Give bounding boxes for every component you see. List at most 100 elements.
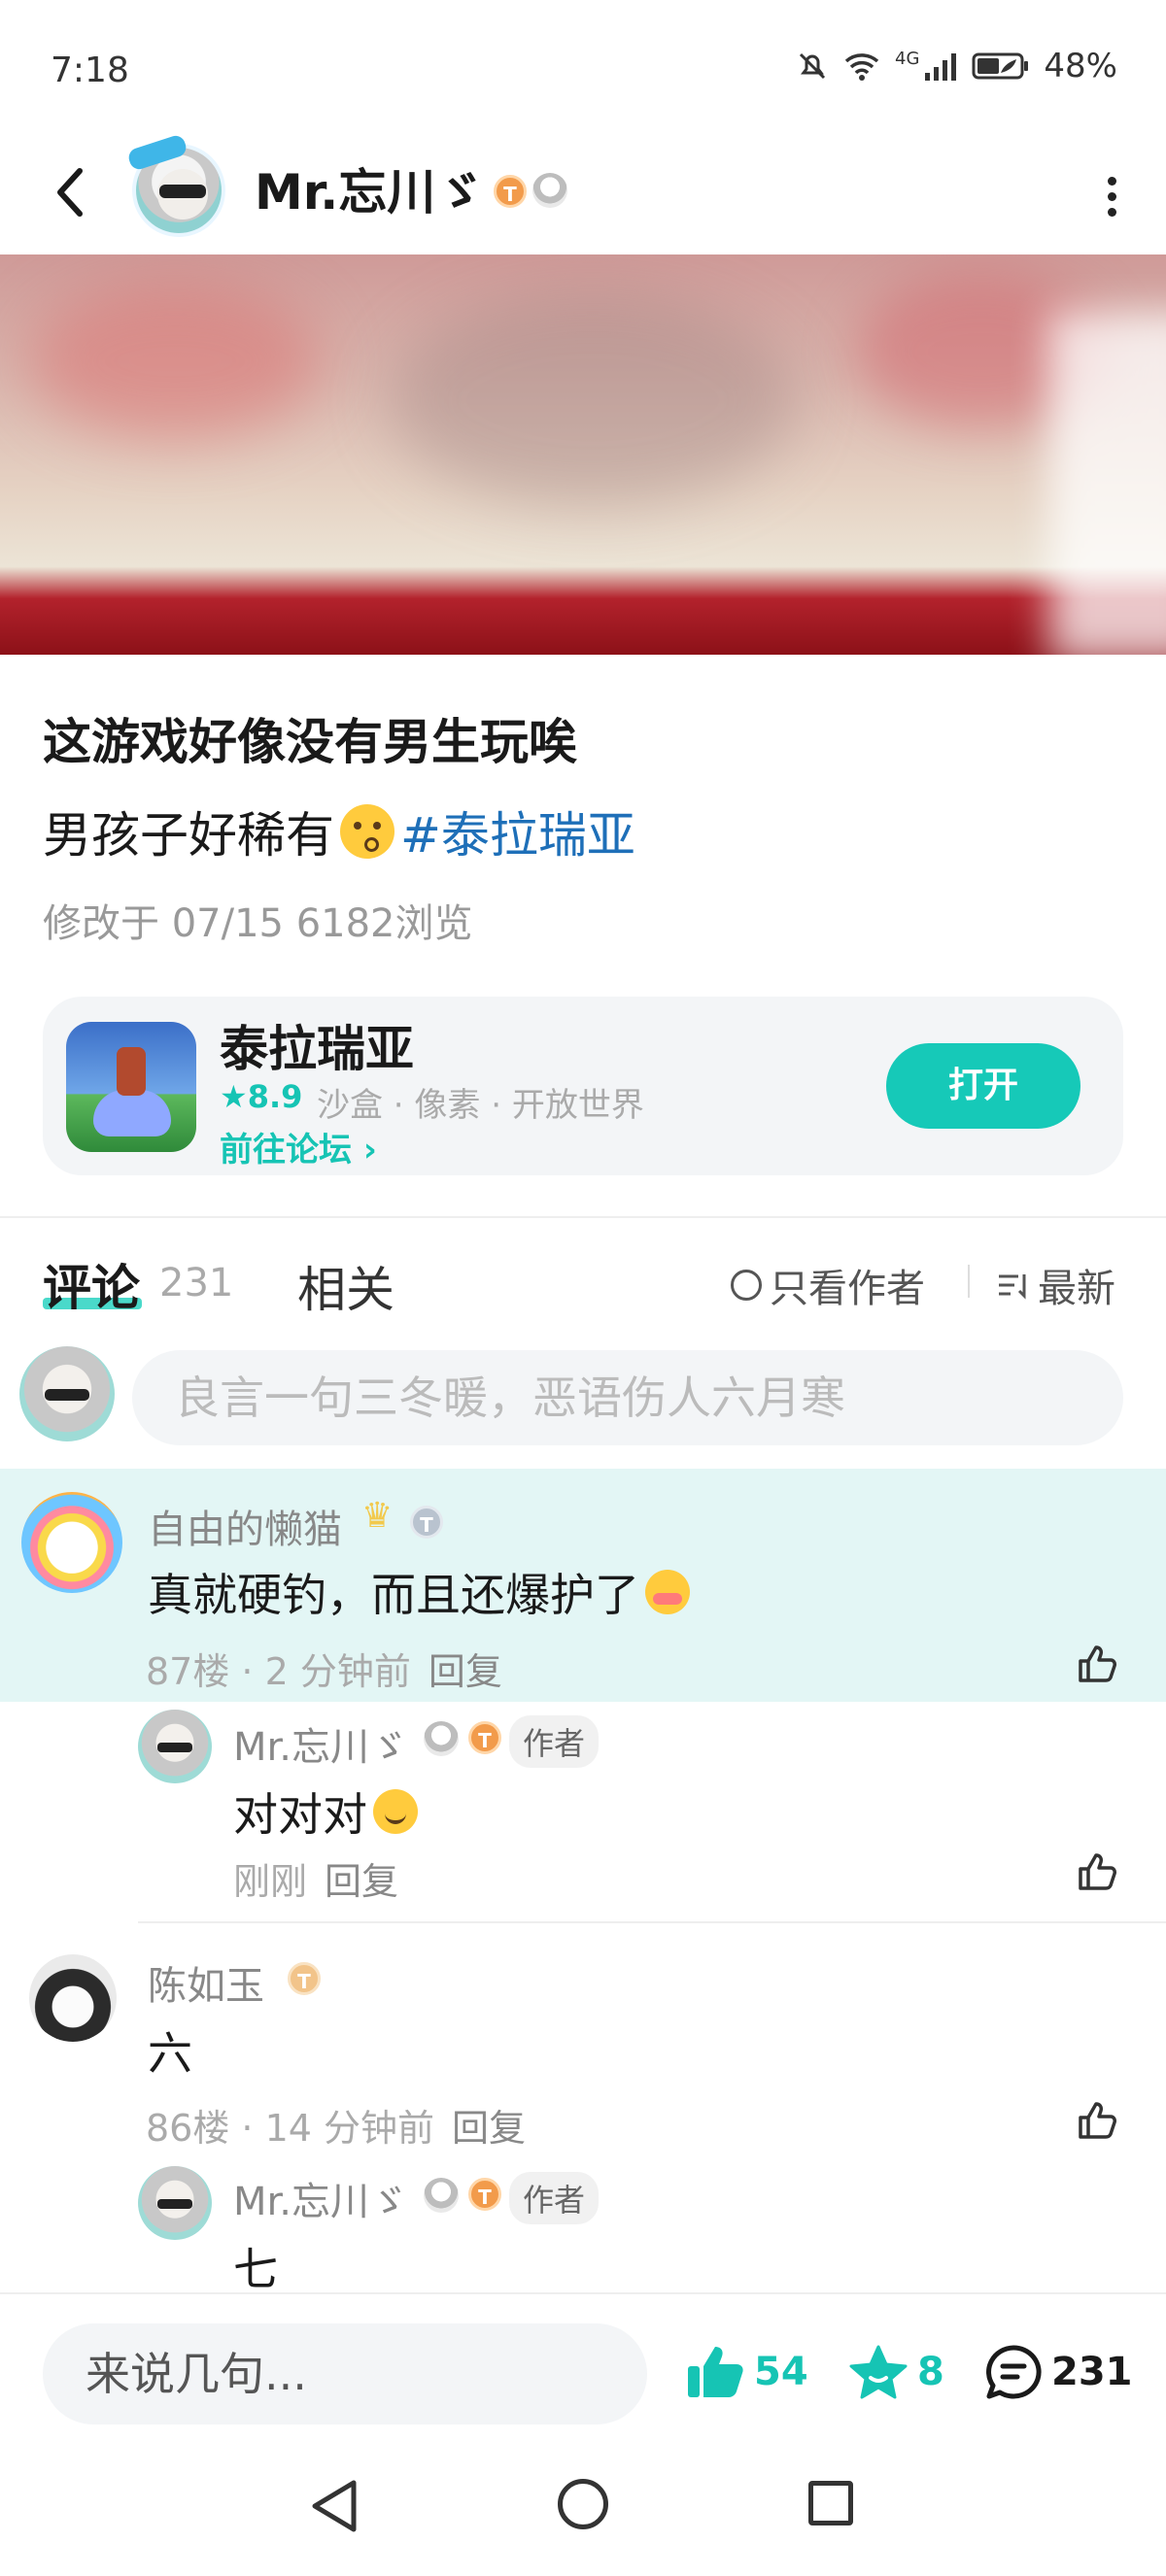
level-badge-icon: T bbox=[494, 175, 527, 208]
battery-icon bbox=[972, 52, 1029, 80]
more-options-icon[interactable] bbox=[1106, 177, 1117, 217]
reply-author-name[interactable]: Mr.忘川ゞ bbox=[233, 2170, 408, 2226]
author-avatar[interactable] bbox=[126, 133, 225, 237]
post-body-text: 男孩子好稀有 bbox=[43, 807, 334, 864]
favorite-count: 8 bbox=[917, 2350, 944, 2394]
thumbs-up-icon[interactable] bbox=[1075, 1642, 1119, 1686]
crown-badge-icon: ♛ bbox=[361, 1496, 394, 1536]
game-icon bbox=[66, 1022, 196, 1152]
post-title: 这游戏好像没有男生玩唉 bbox=[43, 714, 577, 770]
post-header: Mr.忘川ゞ T bbox=[0, 133, 1166, 253]
game-name: 泰拉瑞亚 bbox=[220, 1021, 414, 1077]
author-tag: 作者 bbox=[509, 2172, 600, 2224]
reply-author-name[interactable]: Mr.忘川ゞ bbox=[233, 1715, 408, 1772]
star-icon bbox=[849, 2345, 908, 2399]
reply-text-content: 对对对 bbox=[233, 1788, 367, 1841]
comment-floor-time: 86楼 · 14 分钟前 bbox=[146, 2107, 435, 2150]
reply-author-avatar[interactable] bbox=[138, 1710, 212, 1783]
forum-link-label: 前往论坛 bbox=[220, 1131, 352, 1169]
only-author-label: 只看作者 bbox=[770, 1267, 925, 1311]
level-badge-icon: T bbox=[288, 1962, 321, 1995]
like-count: 54 bbox=[754, 2350, 808, 2394]
comment-floor-time: 87楼 · 2 分钟前 bbox=[146, 1650, 411, 1693]
comments-total: 231 bbox=[1051, 2350, 1133, 2394]
sort-button[interactable]: 最新 bbox=[997, 1257, 1115, 1313]
nav-recents-icon[interactable] bbox=[808, 2481, 853, 2525]
comment-text-content: 真就硬钓，而且还爆护了 bbox=[148, 1569, 639, 1621]
reply-author-avatar[interactable] bbox=[138, 2166, 212, 2240]
hashtag-link[interactable]: #泰拉瑞亚 bbox=[400, 797, 635, 866]
post-image[interactable] bbox=[0, 254, 1166, 655]
post-meta: 修改于 07/15 6182浏览 bbox=[43, 901, 473, 946]
status-time: 7:18 bbox=[51, 51, 129, 90]
comment-text-content: 六 bbox=[148, 2027, 192, 2080]
level-badge-icon: T bbox=[410, 1506, 443, 1539]
comments-count: 231 bbox=[159, 1261, 234, 1305]
reply-text-content: 七 bbox=[233, 2243, 278, 2295]
character-badge-icon bbox=[532, 173, 567, 208]
tab-comments[interactable]: 评论 bbox=[43, 1249, 140, 1319]
character-badge-icon bbox=[424, 1721, 459, 1756]
reply-button[interactable]: 回复 bbox=[452, 2107, 526, 2150]
bottom-action-bar: 来说几句... 54 8 231 bbox=[0, 2292, 1166, 2426]
reply-text: 对对对 bbox=[233, 1779, 418, 1844]
sort-label: 最新 bbox=[1038, 1267, 1115, 1311]
nav-home-icon[interactable] bbox=[558, 2479, 608, 2529]
forum-link[interactable]: 前往论坛 › bbox=[220, 1123, 377, 1170]
status-icons: 4G 48% bbox=[796, 47, 1117, 85]
status-bar: 7:18 4G 48% bbox=[0, 0, 1166, 146]
commenter-name[interactable]: 陈如玉 bbox=[148, 1954, 264, 2011]
game-score: ★8.9 bbox=[220, 1078, 303, 1115]
back-arrow-icon[interactable] bbox=[47, 161, 93, 223]
chat-bubble-icon bbox=[986, 2345, 1042, 2399]
comment-text: 六 bbox=[148, 2018, 192, 2083]
comments-button[interactable]: 231 bbox=[983, 2343, 1133, 2401]
only-author-toggle[interactable]: 只看作者 bbox=[731, 1257, 925, 1313]
section-divider bbox=[0, 1216, 1166, 1218]
reply-text: 七 bbox=[233, 2234, 278, 2298]
signal-icon bbox=[925, 53, 957, 81]
thumbs-up-icon[interactable] bbox=[1075, 1849, 1119, 1894]
author-name[interactable]: Mr.忘川ゞ bbox=[255, 153, 484, 223]
character-badge-icon bbox=[424, 2178, 459, 2213]
say-something-input[interactable]: 来说几句... bbox=[43, 2323, 647, 2424]
game-tags: 沙盒 · 像素 · 开放世界 bbox=[317, 1086, 644, 1125]
kissing-face-emoji-icon bbox=[340, 804, 394, 859]
filled-thumbs-up-icon bbox=[688, 2347, 743, 2397]
level-badge-icon: T bbox=[468, 2178, 501, 2211]
my-avatar bbox=[19, 1346, 115, 1441]
reply-button[interactable]: 回复 bbox=[429, 1650, 502, 1693]
radio-circle-icon bbox=[731, 1270, 762, 1301]
reply-button[interactable]: 回复 bbox=[325, 1860, 398, 1903]
game-score-value: 8.9 bbox=[247, 1078, 303, 1115]
thumbs-up-icon[interactable] bbox=[1075, 2098, 1119, 2143]
commenter-avatar[interactable] bbox=[21, 1492, 122, 1593]
sort-separator bbox=[968, 1265, 970, 1298]
comment-meta: 86楼 · 14 分钟前 回复 bbox=[146, 2098, 526, 2152]
tab-related[interactable]: 相关 bbox=[297, 1251, 394, 1321]
commenter-avatar[interactable] bbox=[29, 1954, 117, 2042]
like-button[interactable]: 54 bbox=[684, 2343, 808, 2401]
commenter-name[interactable]: 自由的懒猫 bbox=[148, 1498, 342, 1554]
open-game-button[interactable]: 打开 bbox=[886, 1043, 1080, 1129]
network-type: 4G bbox=[895, 48, 920, 69]
comment-input[interactable]: 良言一句三冬暖，恶语伤人六月寒 bbox=[132, 1350, 1123, 1445]
reply-time: 刚刚 bbox=[233, 1860, 308, 1903]
nav-back-icon[interactable] bbox=[307, 2477, 361, 2535]
level-badge-icon: T bbox=[468, 1721, 501, 1754]
comment-meta: 87楼 · 2 分钟前 回复 bbox=[146, 1642, 502, 1695]
mute-icon bbox=[799, 52, 826, 80]
author-tag: 作者 bbox=[509, 1715, 600, 1768]
wifi-icon bbox=[844, 53, 879, 81]
favorite-button[interactable]: 8 bbox=[847, 2343, 944, 2401]
avatar-frame-band bbox=[126, 133, 189, 172]
comment-text: 真就硬钓，而且还爆护了 bbox=[148, 1560, 690, 1624]
avatar-glasses bbox=[159, 185, 206, 198]
system-nav-bar bbox=[0, 2426, 1166, 2576]
post-body: 男孩子好稀有 #泰拉瑞亚 bbox=[43, 797, 635, 866]
comment-divider bbox=[138, 1921, 1166, 1923]
sort-icon bbox=[999, 1274, 1026, 1300]
reply-meta: 刚刚 回复 bbox=[233, 1851, 398, 1905]
smiling-face-emoji-icon bbox=[373, 1789, 418, 1834]
game-card[interactable]: 泰拉瑞亚 ★8.9 沙盒 · 像素 · 开放世界 前往论坛 › 打开 bbox=[43, 997, 1123, 1175]
